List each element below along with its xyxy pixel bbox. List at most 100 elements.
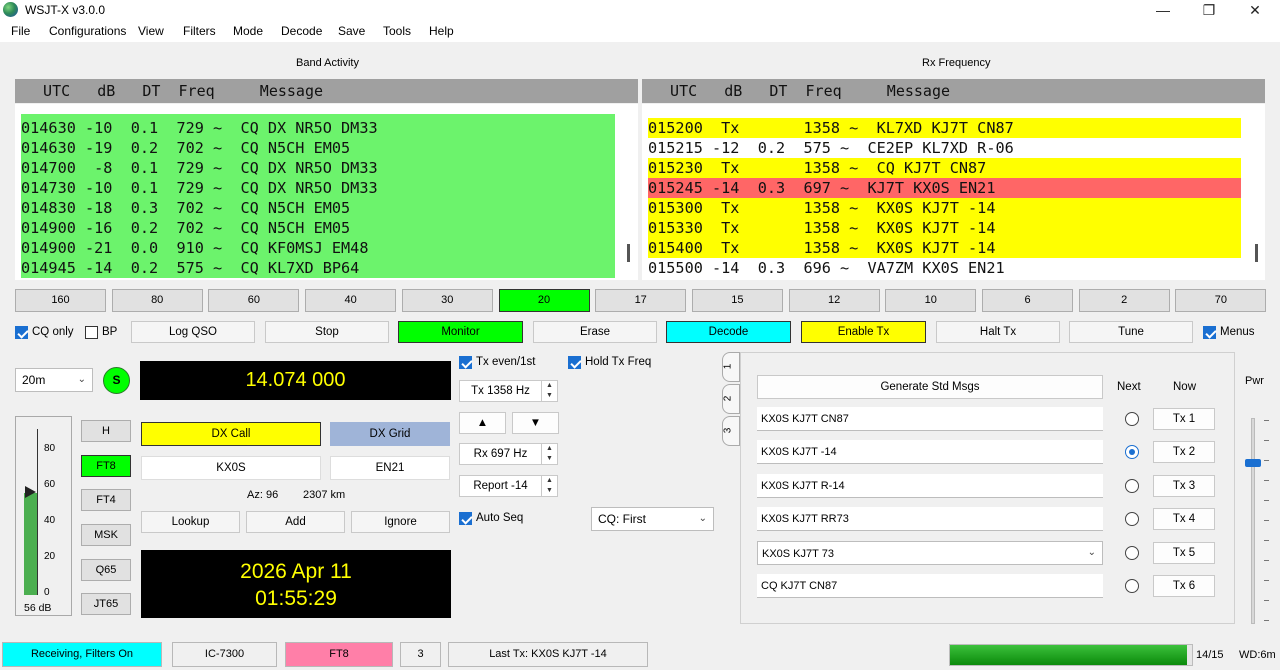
monitor-button[interactable]: Monitor: [398, 321, 523, 343]
tx-up-button[interactable]: ▲: [459, 412, 506, 434]
tx-1-button[interactable]: Tx 1: [1153, 408, 1215, 430]
menus-checkbox[interactable]: [1203, 326, 1216, 339]
dx-call-input[interactable]: KX0S: [141, 456, 321, 480]
band-activity-list[interactable]: 014630 -10 0.1 729 ~ CQ DX NR5O DM33 0146…: [15, 104, 638, 280]
rx-frequency-row[interactable]: 015300 Tx 1358 ~ KX0S KJ7T -14: [648, 198, 1241, 218]
generate-std-msgs-button[interactable]: Generate Std Msgs: [757, 375, 1103, 399]
rx-frequency-row[interactable]: 015400 Tx 1358 ~ KX0S KJ7T -14: [648, 238, 1241, 258]
mode-msk-button[interactable]: MSK: [81, 524, 131, 546]
hold-tx-freq-checkbox[interactable]: [568, 356, 581, 369]
erase-button[interactable]: Erase: [533, 321, 657, 343]
tab-3[interactable]: 3: [722, 416, 740, 446]
menu-help[interactable]: Help: [429, 24, 454, 38]
add-button[interactable]: Add: [246, 511, 345, 533]
tab-1[interactable]: 1: [722, 352, 740, 382]
mode-jt65-button[interactable]: JT65: [81, 593, 131, 615]
menu-configurations[interactable]: Configurations: [49, 24, 126, 38]
tx-message-2[interactable]: KX0S KJ7T -14: [757, 440, 1103, 465]
band-button-160[interactable]: 160: [15, 289, 106, 312]
rx-frequency-row[interactable]: 015215 -12 0.2 575 ~ CE2EP KL7XD R-06: [648, 138, 1241, 158]
band-activity-row[interactable]: 014900 -16 0.2 702 ~ CQ N5CH EM05: [21, 218, 615, 238]
spin-arrows-icon[interactable]: ▲ ▼: [541, 476, 557, 496]
tx-2-button[interactable]: Tx 2: [1153, 441, 1215, 464]
cq-only-checkbox[interactable]: [15, 326, 28, 339]
lookup-button[interactable]: Lookup: [141, 511, 240, 533]
enable-tx-button[interactable]: Enable Tx: [801, 321, 926, 343]
next-radio-3[interactable]: [1125, 478, 1139, 493]
log-qso-button[interactable]: Log QSO: [131, 321, 255, 343]
tx-even-checkbox[interactable]: [459, 356, 472, 369]
band-button-40[interactable]: 40: [305, 289, 397, 312]
band-button-10[interactable]: 10: [885, 289, 977, 312]
mode-h-button[interactable]: H: [81, 420, 131, 442]
tx-message-5[interactable]: KX0S KJ7T 73 ⌄: [757, 540, 1103, 565]
band-activity-row[interactable]: 014630 -10 0.1 729 ~ CQ DX NR5O DM33: [21, 118, 615, 138]
rx-frequency-row[interactable]: 015245 -14 0.3 697 ~ KJ7T KX0S EN21: [648, 178, 1241, 198]
menu-file[interactable]: File: [11, 24, 30, 38]
menu-mode[interactable]: Mode: [233, 24, 263, 38]
ignore-button[interactable]: Ignore: [351, 511, 450, 533]
cq-select[interactable]: CQ: First ⌄: [591, 507, 714, 531]
band-button-60[interactable]: 60: [208, 289, 300, 312]
band-button-20[interactable]: 20: [498, 289, 590, 312]
close-icon[interactable]: ✕: [1232, 0, 1278, 20]
band-button-30[interactable]: 30: [401, 289, 493, 312]
tx-6-button[interactable]: Tx 6: [1153, 575, 1215, 597]
tx-3-button[interactable]: Tx 3: [1153, 474, 1215, 497]
report-spinbox[interactable]: Report -14 ▲ ▼: [459, 475, 558, 497]
band-activity-row[interactable]: 014830 -18 0.3 702 ~ CQ N5CH EM05: [21, 198, 615, 218]
tx-message-1[interactable]: KX0S KJ7T CN87: [757, 407, 1103, 431]
rx-frequency-row[interactable]: 015500 -14 0.3 696 ~ VA7ZM KX0S EN21: [648, 258, 1241, 278]
next-radio-1[interactable]: [1125, 412, 1139, 426]
band-button-70[interactable]: 70: [1175, 289, 1267, 312]
next-radio-5[interactable]: [1125, 545, 1139, 560]
stop-button[interactable]: Stop: [265, 321, 389, 343]
band-activity-row[interactable]: 014900 -21 0.0 910 ~ CQ KF0MSJ EM48: [21, 238, 615, 258]
rx-frequency-scrollbar[interactable]: [1255, 244, 1258, 262]
tx-down-button[interactable]: ▼: [512, 412, 559, 434]
decode-button[interactable]: Decode: [666, 321, 791, 343]
rx-frequency-list[interactable]: 015200 Tx 1358 ~ KL7XD KJ7T CN87 015215 -…: [642, 104, 1265, 280]
bp-checkbox[interactable]: [85, 326, 98, 339]
s-meter-button[interactable]: S: [103, 367, 130, 394]
rx-frequency-row[interactable]: 015330 Tx 1358 ~ KX0S KJ7T -14: [648, 218, 1241, 238]
band-activity-row[interactable]: 014630 -19 0.2 702 ~ CQ N5CH EM05: [21, 138, 615, 158]
menu-filters[interactable]: Filters: [183, 24, 216, 38]
pwr-slider-handle[interactable]: [1245, 459, 1261, 468]
band-button-15[interactable]: 15: [691, 289, 783, 312]
tx-5-button[interactable]: Tx 5: [1153, 541, 1215, 564]
band-button-17[interactable]: 17: [595, 289, 687, 312]
rx-freq-spinbox[interactable]: Rx 697 Hz ▲ ▼: [459, 443, 558, 465]
mode-ft8-button[interactable]: FT8: [81, 455, 131, 477]
band-activity-row[interactable]: 014700 -8 0.1 729 ~ CQ DX NR5O DM33: [21, 158, 615, 178]
spin-arrows-icon[interactable]: ▲ ▼: [541, 381, 557, 401]
halt-tx-button[interactable]: Halt Tx: [936, 321, 1060, 343]
tx-freq-spinbox[interactable]: Tx 1358 Hz ▲ ▼: [459, 380, 558, 402]
menu-tools[interactable]: Tools: [383, 24, 411, 38]
dx-call-button[interactable]: DX Call: [141, 422, 321, 446]
tx-4-button[interactable]: Tx 4: [1153, 508, 1215, 531]
band-button-80[interactable]: 80: [111, 289, 203, 312]
mode-q65-button[interactable]: Q65: [81, 559, 131, 581]
auto-seq-checkbox[interactable]: [459, 512, 472, 525]
band-select[interactable]: 20m ⌄: [15, 368, 93, 392]
band-activity-scrollbar[interactable]: [627, 244, 630, 262]
spin-arrows-icon[interactable]: ▲ ▼: [541, 444, 557, 464]
tune-button[interactable]: Tune: [1069, 321, 1193, 343]
tx-message-6[interactable]: CQ KJ7T CN87: [757, 574, 1103, 598]
dx-grid-button[interactable]: DX Grid: [330, 422, 450, 446]
minimize-icon[interactable]: —: [1140, 0, 1186, 20]
dx-grid-input[interactable]: EN21: [330, 456, 450, 480]
band-activity-row[interactable]: 014945 -14 0.2 575 ~ CQ KL7XD BP64: [21, 258, 615, 278]
band-button-6[interactable]: 6: [982, 289, 1073, 312]
rx-frequency-row[interactable]: 015200 Tx 1358 ~ KL7XD KJ7T CN87: [648, 118, 1241, 138]
tab-2[interactable]: 2: [722, 384, 740, 414]
menu-save[interactable]: Save: [338, 24, 365, 38]
band-button-12[interactable]: 12: [788, 289, 880, 312]
tx-message-4[interactable]: KX0S KJ7T RR73: [757, 507, 1103, 532]
mode-ft4-button[interactable]: FT4: [81, 489, 131, 511]
menu-view[interactable]: View: [138, 24, 164, 38]
next-radio-6[interactable]: [1125, 579, 1139, 593]
maximize-icon[interactable]: ❐: [1186, 0, 1232, 20]
pwr-slider-track[interactable]: [1251, 418, 1255, 624]
